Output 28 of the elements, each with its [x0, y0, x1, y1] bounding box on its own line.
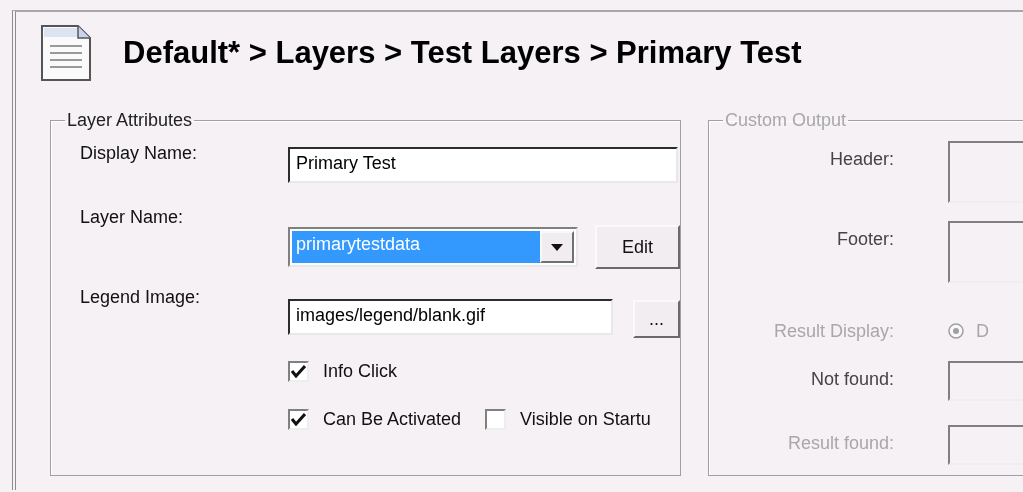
dropdown-value: primarytestdata — [292, 231, 540, 263]
field-label: Footer: — [835, 228, 894, 251]
group-title: Layer Attributes — [66, 110, 194, 131]
field-label: Result found: — [786, 432, 894, 455]
text-field[interactable] — [948, 425, 1023, 465]
text-area[interactable] — [948, 221, 1023, 283]
field-label: Header: — [828, 148, 894, 171]
field-label: Display Name: — [80, 143, 199, 165]
edit-button[interactable]: Edit — [595, 225, 680, 269]
checkbox[interactable]: Can Be Activated — [288, 408, 462, 430]
check-icon — [291, 412, 306, 426]
text-field[interactable]: Primary Test — [288, 147, 678, 183]
field-label: Legend Image: — [80, 287, 202, 309]
browse-button[interactable]: ... — [633, 300, 680, 338]
field-label: Result Display: — [772, 320, 894, 342]
page-title: Default* > Layers > Test Layers > Primary Test — [123, 35, 802, 71]
document-icon — [40, 24, 92, 82]
field-label: Not found: — [809, 368, 894, 391]
caret-icon — [551, 243, 563, 251]
group-title: Custom Output — [724, 110, 848, 131]
text-field[interactable]: images/legend/blank.gif — [288, 299, 613, 335]
text-area[interactable] — [948, 141, 1023, 203]
text-field[interactable] — [948, 361, 1023, 401]
checkbox[interactable]: Info Click — [288, 360, 398, 382]
dropdown-button[interactable] — [540, 231, 574, 263]
field-label: Layer Name: — [80, 207, 185, 229]
check-icon — [291, 364, 306, 378]
checkbox[interactable]: Visible on Startu — [485, 408, 651, 430]
